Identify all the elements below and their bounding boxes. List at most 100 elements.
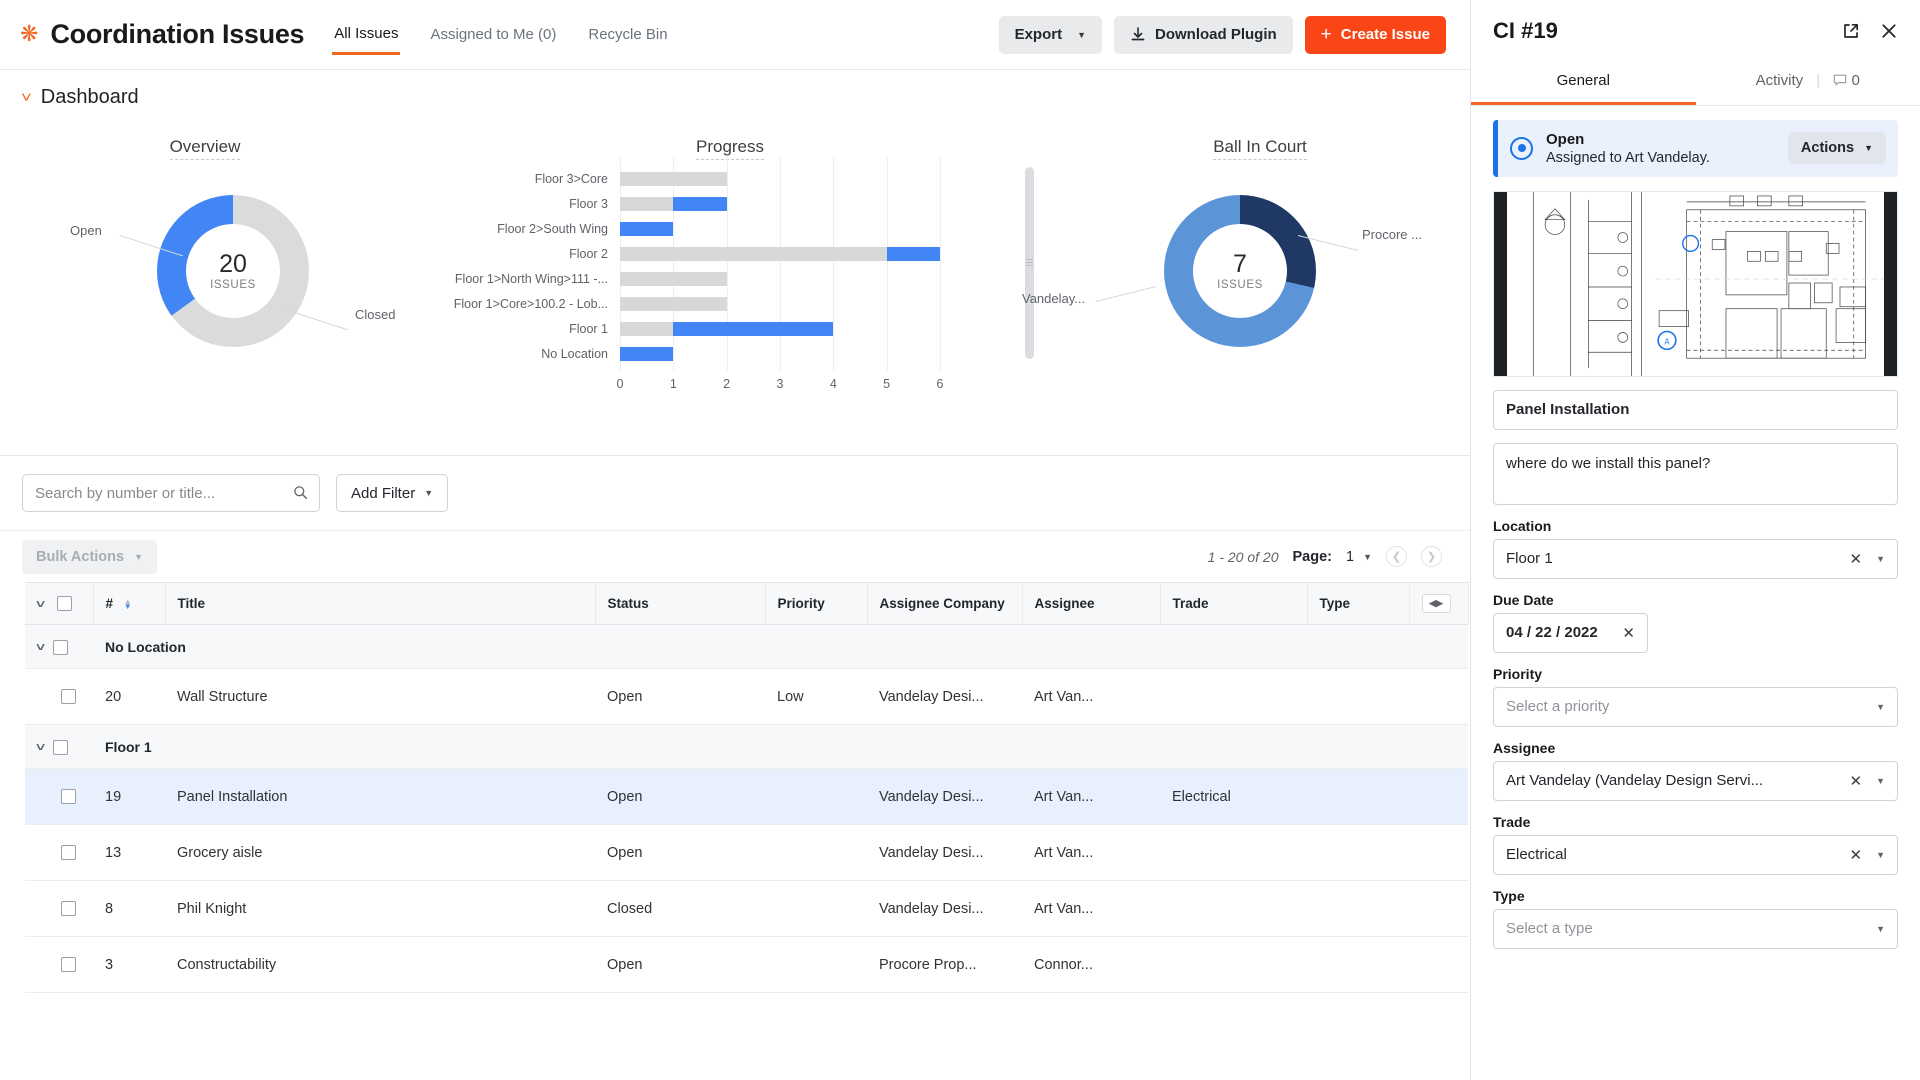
progress-bar-row[interactable]: Floor 1>Core>100.2 - Lob... <box>410 292 1050 315</box>
progress-title: Progress <box>410 121 1050 160</box>
progress-bar-row[interactable]: No Location <box>410 342 1050 365</box>
prev-page-button[interactable]: ❮ <box>1386 546 1407 567</box>
group-toggle-cell[interactable]: ˅ <box>25 724 93 769</box>
table-group-row[interactable]: ˅ Floor 1 <box>25 724 1468 769</box>
header-priority[interactable]: Priority <box>765 582 868 625</box>
row-checkbox-cell[interactable] <box>25 824 93 881</box>
row-checkbox[interactable] <box>61 957 76 973</box>
title-input[interactable]: Panel Installation <box>1493 389 1898 430</box>
progress-bar-segment-closed[interactable] <box>620 196 674 211</box>
close-icon[interactable] <box>1880 22 1898 40</box>
row-title[interactable]: Constructability <box>165 936 595 993</box>
progress-bar-segment-open[interactable] <box>886 246 940 261</box>
header-column-settings[interactable]: ◀▶ <box>1409 582 1469 625</box>
progress-bar-segment-closed[interactable] <box>620 246 887 261</box>
download-plugin-button[interactable]: Download Plugin <box>1114 15 1293 54</box>
clear-icon[interactable]: ✕ <box>1850 550 1863 568</box>
type-select[interactable]: Select a type ▼ <box>1493 908 1898 949</box>
description-textarea[interactable]: where do we install this panel? <box>1493 442 1898 505</box>
chevron-down-icon[interactable]: ˅ <box>36 740 45 754</box>
type-placeholder: Select a type <box>1506 920 1593 938</box>
header-title[interactable]: Title <box>165 582 596 625</box>
progress-bar-row[interactable]: Floor 1>North Wing>111 -... <box>410 267 1050 290</box>
table-row[interactable]: 19 Panel Installation Open Vandelay Desi...… <box>25 768 1468 825</box>
create-issue-button[interactable]: + Create Issue <box>1304 15 1446 54</box>
drawing-thumbnail[interactable]: A <box>1493 190 1898 377</box>
table-row[interactable]: 13 Grocery aisle Open Vandelay Desi... Art V… <box>25 824 1468 881</box>
search-input[interactable] <box>35 484 285 502</box>
priority-select[interactable]: Select a priority ▼ <box>1493 686 1898 727</box>
tab-activity[interactable]: Activity | 0 <box>1696 62 1920 105</box>
row-title[interactable]: Wall Structure <box>165 668 595 725</box>
select-all-checkbox[interactable] <box>56 596 72 612</box>
chevron-down-icon[interactable]: ▼ <box>1876 554 1885 564</box>
row-checkbox-cell[interactable] <box>25 936 93 993</box>
progress-bar-row[interactable]: Floor 1 <box>410 317 1050 340</box>
header-type[interactable]: Type <box>1307 582 1410 625</box>
row-checkbox[interactable] <box>61 689 76 705</box>
trade-select[interactable]: Electrical ✕ ▼ <box>1493 834 1898 875</box>
tab-general[interactable]: General <box>1471 62 1696 105</box>
clear-icon[interactable]: ✕ <box>1850 846 1863 864</box>
progress-bar-segment-closed[interactable] <box>620 296 727 311</box>
progress-bar-segment-closed[interactable] <box>620 321 674 336</box>
table-group-row[interactable]: ˅ No Location <box>25 624 1468 669</box>
row-type <box>1307 880 1409 937</box>
resize-columns-icon[interactable]: ◀▶ <box>1421 594 1451 613</box>
header-select-all[interactable]: ˅ <box>25 582 94 625</box>
table-row[interactable]: 3 Constructability Open Procore Prop... Conn… <box>25 936 1468 993</box>
tab-all-issues[interactable]: All Issues <box>332 21 401 55</box>
clear-icon[interactable]: ✕ <box>1622 624 1635 642</box>
progress-bar-row[interactable]: Floor 2 <box>410 242 1050 265</box>
page-select[interactable]: 1 ▼ <box>1346 549 1372 565</box>
location-select[interactable]: Floor 1 ✕ ▼ <box>1493 538 1898 579</box>
row-checkbox[interactable] <box>61 789 76 805</box>
chevron-down-icon[interactable]: ˅ <box>36 640 45 654</box>
progress-bar-segment-closed[interactable] <box>620 271 727 286</box>
search-box[interactable] <box>22 474 320 512</box>
table-row[interactable]: 20 Wall Structure Open Low Vandelay Desi... A… <box>25 668 1468 725</box>
row-checkbox-cell[interactable] <box>25 880 93 937</box>
group-checkbox[interactable] <box>53 639 69 655</box>
add-filter-button[interactable]: Add Filter ▼ <box>336 474 449 512</box>
chevron-down-icon[interactable]: ▼ <box>1876 776 1885 786</box>
chevron-down-icon[interactable]: ▼ <box>1876 924 1885 934</box>
progress-bar-label: Floor 2 <box>569 246 608 261</box>
actions-button[interactable]: Actions ▼ <box>1787 132 1886 165</box>
row-checkbox[interactable] <box>61 901 76 917</box>
table-row[interactable]: 8 Phil Knight Closed Vandelay Desi... Art Va… <box>25 880 1468 937</box>
chevron-down-icon[interactable]: ▼ <box>1876 850 1885 860</box>
progress-bar-segment-open[interactable] <box>673 196 727 211</box>
header-number[interactable]: # ▲ ▼ <box>93 582 166 625</box>
chevron-down-icon[interactable]: ▼ <box>1876 702 1885 712</box>
progress-bar-segment-open[interactable] <box>620 346 674 361</box>
row-title[interactable]: Phil Knight <box>165 880 595 937</box>
header-status[interactable]: Status <box>595 582 766 625</box>
tab-recycle-bin[interactable]: Recycle Bin <box>586 22 669 53</box>
progress-bar-row[interactable]: Floor 2>South Wing <box>410 217 1050 240</box>
export-button[interactable]: Export ▼ <box>998 15 1103 54</box>
header-trade[interactable]: Trade <box>1160 582 1308 625</box>
bulk-actions-button[interactable]: Bulk Actions ▼ <box>22 539 158 574</box>
assignee-select[interactable]: Art Vandelay (Vandelay Design Servi... ✕… <box>1493 760 1898 801</box>
row-title[interactable]: Grocery aisle <box>165 824 595 881</box>
progress-bar-row[interactable]: Floor 3 <box>410 192 1050 215</box>
row-title[interactable]: Panel Installation <box>165 768 595 825</box>
dashboard-toggle[interactable]: ˅ Dashboard <box>0 70 1470 113</box>
due-date-input[interactable]: 04 / 22 / 2022 ✕ <box>1493 612 1648 653</box>
progress-bar-segment-open[interactable] <box>673 321 834 336</box>
header-assignee[interactable]: Assignee <box>1022 582 1161 625</box>
progress-bar-segment-closed[interactable] <box>620 171 727 186</box>
header-assignee-company[interactable]: Assignee Company <box>867 582 1023 625</box>
tab-assigned-to-me[interactable]: Assigned to Me (0) <box>428 22 558 53</box>
open-external-icon[interactable] <box>1842 22 1860 40</box>
progress-bar-row[interactable]: Floor 3>Core <box>410 167 1050 190</box>
group-checkbox[interactable] <box>53 739 69 755</box>
clear-icon[interactable]: ✕ <box>1850 772 1863 790</box>
row-checkbox-cell[interactable] <box>25 768 93 825</box>
progress-bar-segment-open[interactable] <box>620 221 674 236</box>
row-checkbox-cell[interactable] <box>25 668 93 725</box>
group-toggle-cell[interactable]: ˅ <box>25 624 93 669</box>
row-checkbox[interactable] <box>61 845 76 861</box>
next-page-button[interactable]: ❯ <box>1421 546 1442 567</box>
